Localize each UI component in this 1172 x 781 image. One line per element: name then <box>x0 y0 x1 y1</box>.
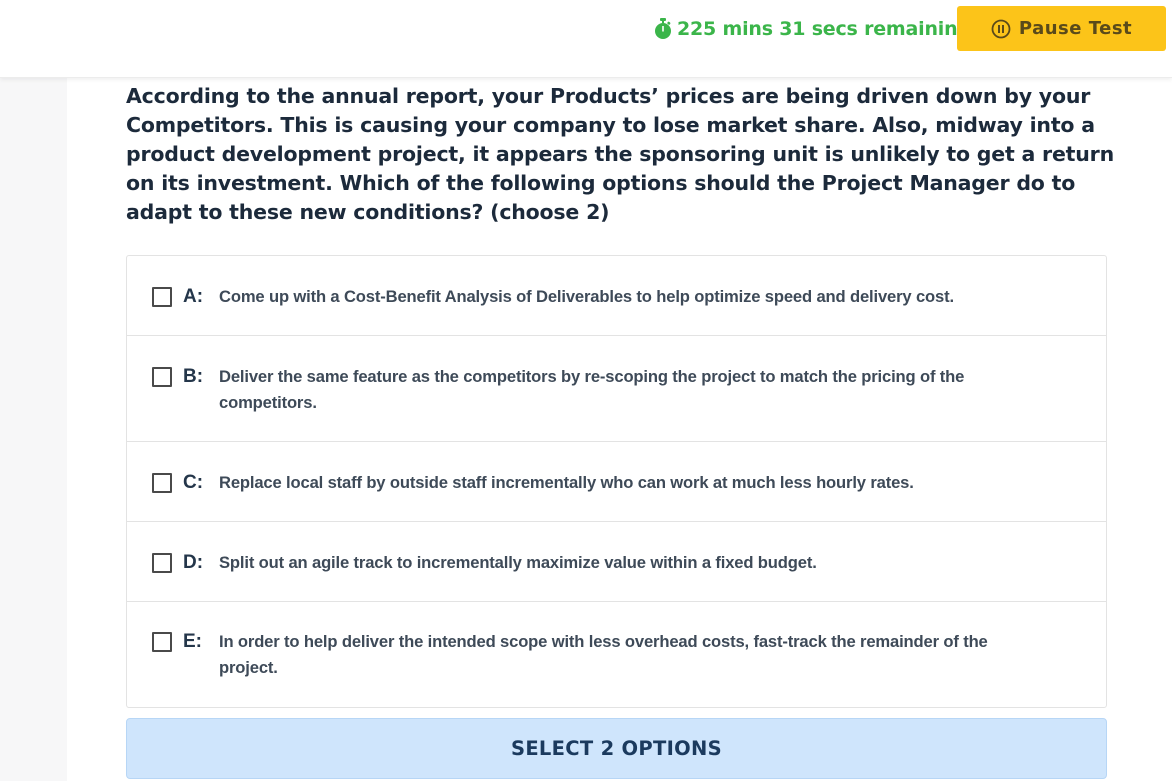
option-d[interactable]: D: Split out an agile track to increment… <box>127 522 1106 602</box>
option-letter: A: <box>183 286 204 307</box>
pause-circle-icon <box>991 19 1011 39</box>
option-text: In order to help deliver the intended sc… <box>219 632 988 677</box>
option-letter: C: <box>183 472 204 493</box>
option-text: Deliver the same feature as the competit… <box>219 367 965 412</box>
pause-test-button[interactable]: Pause Test <box>957 6 1166 51</box>
question-panel: According to the annual report, your Pro… <box>67 78 1172 781</box>
option-b[interactable]: B: Deliver the same feature as the compe… <box>127 336 1106 442</box>
timer: 225 mins 31 secs remaining <box>654 16 971 42</box>
checkbox[interactable] <box>152 632 172 652</box>
option-text: Replace local staff by outside staff inc… <box>219 473 914 492</box>
checkbox[interactable] <box>152 367 172 387</box>
option-c[interactable]: C: Replace local staff by outside staff … <box>127 442 1106 522</box>
checkbox[interactable] <box>152 473 172 493</box>
option-text: Split out an agile track to incrementall… <box>219 553 817 572</box>
checkbox[interactable] <box>152 553 172 573</box>
checkbox[interactable] <box>152 287 172 307</box>
top-bar: 225 mins 31 secs remaining Pause Test <box>0 0 1172 78</box>
options-list: A: Come up with a Cost-Benefit Analysis … <box>126 255 1107 708</box>
option-letter: D: <box>183 552 204 573</box>
option-a[interactable]: A: Come up with a Cost-Benefit Analysis … <box>127 256 1106 336</box>
option-text: Come up with a Cost-Benefit Analysis of … <box>219 287 954 306</box>
timer-text: 225 mins 31 secs remaining <box>677 18 971 40</box>
stopwatch-icon <box>654 18 672 40</box>
pause-test-label: Pause Test <box>1018 18 1133 39</box>
question-text: According to the annual report, your Pro… <box>126 84 1114 224</box>
option-letter: E: <box>183 631 202 652</box>
option-e[interactable]: E: In order to help deliver the intended… <box>127 602 1106 707</box>
select-options-button[interactable]: SELECT 2 OPTIONS <box>126 718 1107 779</box>
option-letter: B: <box>183 366 204 387</box>
